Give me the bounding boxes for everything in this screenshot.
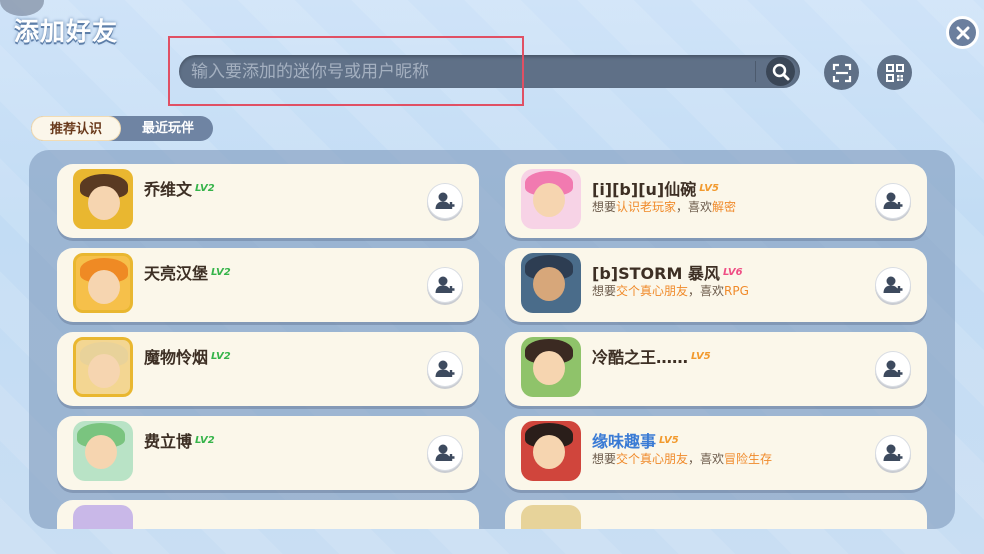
- scan-icon: [832, 63, 851, 82]
- level-badge: LV2: [195, 435, 215, 446]
- friend-card[interactable]: 冷酷之王…… LV5: [505, 332, 927, 406]
- level-badge: LV6: [722, 267, 743, 278]
- level-badge: LV5: [659, 435, 679, 446]
- search-highlight-box: [168, 36, 524, 106]
- add-friend-icon: [435, 276, 455, 293]
- add-friend-button[interactable]: [427, 267, 463, 303]
- tab-bar: 推荐认识 最近玩伴: [31, 116, 213, 141]
- avatar: [521, 253, 581, 313]
- friend-name: [i][b][u]仙碗 LV5: [592, 180, 719, 199]
- friend-card-partial[interactable]: [57, 500, 479, 529]
- add-friend-button[interactable]: [875, 435, 911, 471]
- add-friend-icon: [435, 360, 455, 377]
- avatar: [521, 421, 581, 481]
- add-friend-button[interactable]: [427, 435, 463, 471]
- add-friend-button[interactable]: [875, 183, 911, 219]
- add-friend-icon: [883, 192, 903, 209]
- friend-name: 乔维文 LV2: [144, 180, 215, 199]
- friend-description: 想要交个真心朋友，喜欢RPG: [592, 284, 749, 298]
- friend-card[interactable]: 乔维文 LV2: [57, 164, 479, 238]
- add-friend-button[interactable]: [427, 183, 463, 219]
- tab-recommended[interactable]: 推荐认识: [31, 116, 121, 141]
- friend-name: 魔物怜烟 LV2: [144, 348, 231, 367]
- friend-card[interactable]: 费立博 LV2: [57, 416, 479, 490]
- avatar: [521, 505, 581, 529]
- level-badge: LV2: [211, 351, 231, 362]
- level-badge: LV5: [691, 351, 711, 362]
- add-friend-icon: [883, 360, 903, 377]
- level-badge: LV2: [195, 183, 215, 194]
- search-icon: [772, 63, 789, 80]
- avatar: [73, 169, 133, 229]
- friend-card[interactable]: [i][b][u]仙碗 LV5 想要认识老玩家，喜欢解密: [505, 164, 927, 238]
- friend-card[interactable]: 缘味趣事 LV5 想要交个真心朋友，喜欢冒险生存: [505, 416, 927, 490]
- avatar: [73, 505, 133, 529]
- friend-card[interactable]: [b]STORM 暴风 LV6 想要交个真心朋友，喜欢RPG: [505, 248, 927, 322]
- avatar: [521, 337, 581, 397]
- friend-name: 费立博 LV2: [144, 432, 215, 451]
- friend-name: [b]STORM 暴风 LV6: [592, 264, 743, 283]
- qr-code-button[interactable]: [877, 55, 912, 90]
- level-badge: LV5: [699, 183, 719, 194]
- friend-description: 想要交个真心朋友，喜欢冒险生存: [592, 452, 773, 466]
- friend-list-panel: 乔维文 LV2 天亮汉堡 LV2 魔物怜烟 LV2 费立博 LV2 [i][b]…: [29, 150, 955, 529]
- friend-name: 缘味趣事 LV5: [592, 432, 679, 451]
- search-button[interactable]: [766, 57, 795, 86]
- add-friend-button[interactable]: [875, 351, 911, 387]
- friend-card[interactable]: 魔物怜烟 LV2: [57, 332, 479, 406]
- add-friend-button[interactable]: [875, 267, 911, 303]
- avatar: [73, 337, 133, 397]
- add-friend-icon: [883, 276, 903, 293]
- scan-button[interactable]: [824, 55, 859, 90]
- avatar: [521, 169, 581, 229]
- add-friend-icon: [883, 444, 903, 461]
- page-title: 添加好友: [14, 17, 119, 46]
- add-friend-icon: [435, 444, 455, 461]
- close-button[interactable]: [946, 16, 979, 49]
- level-badge: LV2: [211, 267, 231, 278]
- search-divider: [755, 61, 756, 82]
- avatar: [73, 253, 133, 313]
- add-friend-button[interactable]: [427, 351, 463, 387]
- friend-name: 冷酷之王…… LV5: [592, 348, 711, 367]
- qr-code-icon: [885, 63, 904, 82]
- avatar: [73, 421, 133, 481]
- friend-card-partial[interactable]: [505, 500, 927, 529]
- close-icon: [956, 26, 969, 39]
- friend-card[interactable]: 天亮汉堡 LV2: [57, 248, 479, 322]
- tab-recent-players[interactable]: 最近玩伴: [123, 116, 213, 141]
- friend-name: 天亮汉堡 LV2: [144, 264, 231, 283]
- friend-description: 想要认识老玩家，喜欢解密: [592, 200, 737, 214]
- add-friend-icon: [435, 192, 455, 209]
